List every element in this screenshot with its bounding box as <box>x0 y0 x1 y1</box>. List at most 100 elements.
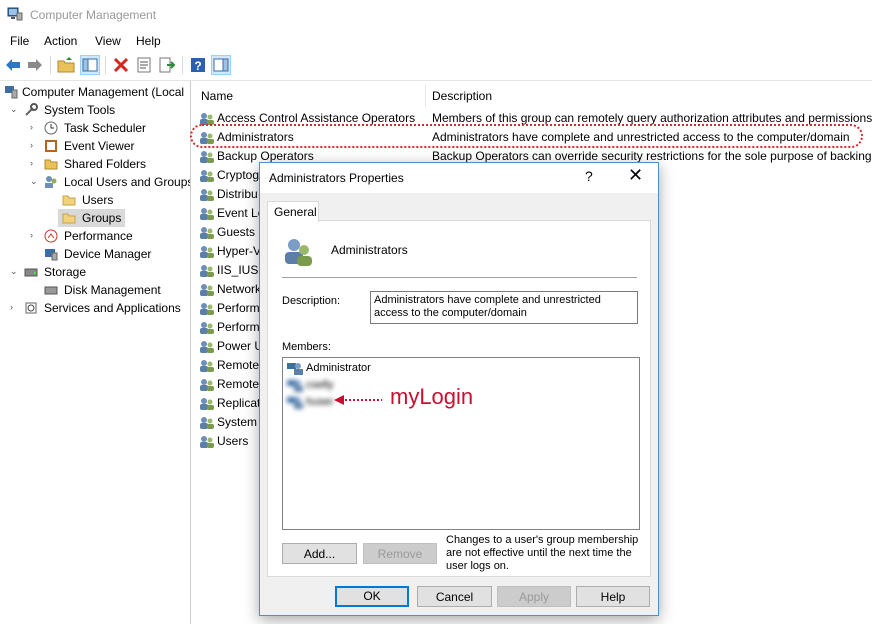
members-list[interactable]: Administrator cselly huser <box>282 357 640 530</box>
console-tree: Computer Management (Local ⌄ System Tool… <box>0 81 191 624</box>
tree-label: Device Manager <box>64 247 152 261</box>
menu-bar: File Action View Help <box>0 30 872 52</box>
dialog-titlebar: Administrators Properties ? ✕ <box>260 163 658 193</box>
tree-label: Services and Applications <box>44 301 181 315</box>
tree-item-users[interactable]: Users <box>62 191 113 209</box>
description-field[interactable]: Administrators have complete and unrestr… <box>370 291 638 324</box>
help-icon[interactable]: ? <box>585 168 593 184</box>
tree-item-system-tools[interactable]: System Tools <box>24 101 115 119</box>
help-icon[interactable]: ? <box>189 56 207 74</box>
divider <box>282 277 637 278</box>
group-name: Remote <box>217 358 260 372</box>
tree-item-computer-management[interactable]: Computer Management (Local <box>4 83 184 101</box>
menu-view[interactable]: View <box>95 34 121 48</box>
tree-label: Task Scheduler <box>64 121 147 135</box>
chevron-down-icon[interactable]: ⌄ <box>30 176 38 187</box>
chevron-right-icon[interactable]: › <box>30 140 33 150</box>
tree-item-storage[interactable]: Storage <box>24 263 86 281</box>
chevron-right-icon[interactable]: › <box>10 302 13 312</box>
up-folder-icon[interactable] <box>57 56 75 74</box>
chevron-right-icon[interactable]: › <box>30 158 33 168</box>
users-icon <box>45 176 57 188</box>
export-list-icon[interactable] <box>158 56 176 74</box>
tree-label: Computer Management (Local <box>22 85 185 99</box>
properties-icon[interactable] <box>135 56 153 74</box>
chevron-right-icon[interactable]: › <box>30 122 33 132</box>
help-button[interactable]: Help <box>576 586 650 607</box>
tree-label: Performance <box>64 229 133 243</box>
group-name: Cryptog <box>217 168 260 182</box>
member-name: huser <box>306 396 334 408</box>
tree-label: Disk Management <box>64 283 161 297</box>
chevron-right-icon[interactable]: › <box>30 230 33 240</box>
group-icon <box>200 189 214 201</box>
member-name: cselly <box>306 379 334 391</box>
group-name: System <box>217 415 258 429</box>
group-icon <box>200 303 214 315</box>
column-header-name[interactable]: Name <box>201 85 233 107</box>
show-hide-action-pane-icon[interactable] <box>211 55 231 75</box>
members-label: Members: <box>282 341 331 353</box>
menu-file[interactable]: File <box>10 34 29 48</box>
tree-item-task-scheduler[interactable]: Task Scheduler <box>44 119 146 137</box>
ok-button[interactable]: OK <box>335 586 409 607</box>
remove-button[interactable]: Remove <box>363 543 437 564</box>
chevron-down-icon[interactable]: ⌄ <box>10 266 18 277</box>
show-hide-tree-icon[interactable] <box>80 55 100 75</box>
tree-label: Local Users and Groups <box>64 175 191 189</box>
tree-item-event-viewer[interactable]: Event Viewer <box>44 137 134 155</box>
tab-general[interactable]: General <box>267 201 319 222</box>
group-icon <box>200 417 214 429</box>
tree-item-disk-management[interactable]: Disk Management <box>44 281 161 299</box>
tools-icon <box>25 103 38 116</box>
tree-item-services-applications[interactable]: Services and Applications <box>24 299 181 317</box>
window-titlebar: Computer Management <box>0 0 872 30</box>
group-icon <box>200 208 214 220</box>
menu-action[interactable]: Action <box>44 34 77 48</box>
delete-icon[interactable] <box>112 56 130 74</box>
tree-item-device-manager[interactable]: Device Manager <box>44 245 151 263</box>
svg-text:?: ? <box>194 59 201 73</box>
apply-button[interactable]: Apply <box>497 586 571 607</box>
group-name: Administrators <box>331 243 408 257</box>
dialog-title: Administrators Properties <box>269 171 404 185</box>
group-name: Perform <box>217 301 260 315</box>
group-name: Remote <box>217 377 260 391</box>
forward-arrow-icon[interactable] <box>26 56 44 74</box>
back-arrow-icon[interactable] <box>4 56 22 74</box>
group-name: Network <box>217 282 262 296</box>
tree-item-shared-folders[interactable]: Shared Folders <box>44 155 146 173</box>
add-button[interactable]: Add... <box>282 543 357 564</box>
chevron-down-icon[interactable]: ⌄ <box>10 104 18 115</box>
group-icon <box>200 379 214 391</box>
group-icon <box>200 360 214 372</box>
tree-label: Event Viewer <box>64 139 135 153</box>
group-icon <box>200 436 214 448</box>
tree-item-performance[interactable]: Performance <box>44 227 133 245</box>
cancel-button[interactable]: Cancel <box>417 586 492 607</box>
tab-label: General <box>274 205 317 219</box>
shared-folder-icon <box>44 159 58 170</box>
annotation-label: myLogin <box>390 384 474 409</box>
group-icon <box>200 341 214 353</box>
menu-help[interactable]: Help <box>136 34 161 48</box>
column-header-description[interactable]: Description <box>432 85 492 107</box>
user-icon <box>287 380 303 392</box>
group-icon <box>285 239 312 266</box>
member-name: Administrator <box>306 362 371 374</box>
services-icon <box>25 302 37 314</box>
storage-icon <box>24 268 38 277</box>
tree-item-local-users-groups[interactable]: Local Users and Groups <box>44 173 191 191</box>
toolbar-separator <box>50 56 51 74</box>
column-divider[interactable] <box>425 85 426 107</box>
close-icon[interactable]: ✕ <box>628 165 643 186</box>
device-manager-icon <box>45 249 58 261</box>
computer-management-icon <box>5 86 18 99</box>
highlight-oval <box>190 124 863 148</box>
group-icon <box>200 170 214 182</box>
tree-item-groups[interactable]: Groups <box>58 209 126 227</box>
event-viewer-icon <box>45 140 57 152</box>
group-icon <box>200 322 214 334</box>
folder-icon <box>62 195 76 206</box>
tree-label: Groups <box>82 211 122 225</box>
